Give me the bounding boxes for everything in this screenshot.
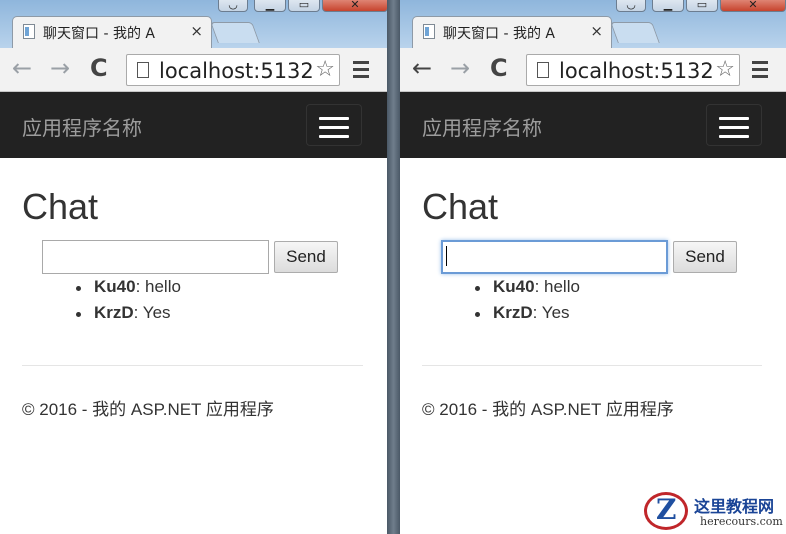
browser-tab[interactable]: 聊天窗口 - 我的 A × (412, 16, 612, 48)
maximize-button[interactable]: ▭ (288, 0, 320, 12)
new-tab-button[interactable] (210, 22, 260, 43)
menu-icon[interactable] (752, 61, 768, 79)
minimize-button[interactable]: ▁ (254, 0, 286, 12)
hamburger-icon (719, 117, 749, 120)
forward-arrow-icon[interactable]: → (450, 54, 470, 82)
message-user: Ku40 (94, 277, 136, 296)
tab-strip: ◡ ▁ ▭ ✕ 聊天窗口 - 我的 A × (0, 0, 387, 48)
send-button[interactable]: Send (673, 241, 737, 273)
site-navbar: 应用程序名称 (0, 92, 387, 158)
close-window-icon: ✕ (350, 0, 360, 11)
page-title: Chat (22, 186, 99, 227)
message-text: : Yes (532, 303, 570, 322)
footer-text: © 2016 - 我的 ASP.NET 应用程序 (422, 400, 674, 419)
browser-window-left: ◡ ▁ ▭ ✕ 聊天窗口 - 我的 A × ← → C localhost:51… (0, 0, 387, 534)
maximize-icon: ▭ (298, 0, 310, 11)
tab-close-icon[interactable]: × (190, 22, 203, 40)
maximize-button[interactable]: ▭ (686, 0, 718, 12)
address-bar[interactable]: localhost:5132 ☆ (526, 54, 740, 86)
footer-text: © 2016 - 我的 ASP.NET 应用程序 (22, 400, 274, 419)
browser-window-right: ◡ ▁ ▭ ✕ 聊天窗口 - 我的 A × ← → C localhost:51… (400, 0, 786, 534)
minimize-button[interactable]: ▁ (652, 0, 684, 12)
user-icon: ◡ (228, 0, 238, 11)
list-item: KrzD: Yes (74, 301, 181, 327)
star-icon[interactable]: ☆ (715, 57, 735, 82)
favicon-icon (423, 24, 435, 39)
tab-close-icon[interactable]: × (590, 22, 603, 40)
new-tab-button[interactable] (610, 22, 660, 43)
list-item: Ku40: hello (74, 275, 181, 301)
back-arrow-icon[interactable]: ← (12, 54, 32, 82)
browser-tab[interactable]: 聊天窗口 - 我的 A × (12, 16, 212, 48)
discussion-list: Ku40: hello KrzD: Yes (473, 275, 580, 327)
page-icon (137, 62, 149, 78)
window-close-button[interactable]: ✕ (720, 0, 786, 12)
back-arrow-icon[interactable]: ← (412, 54, 432, 82)
navbar-toggle-button[interactable] (306, 104, 362, 146)
send-button[interactable]: Send (274, 241, 338, 273)
list-item: KrzD: Yes (473, 301, 580, 327)
window-extra-button[interactable]: ◡ (218, 0, 248, 12)
browser-toolbar: ← → C localhost:5132 ☆ (400, 48, 786, 92)
watermark-logo: Z 这里教程网 herecours.com (638, 490, 786, 534)
message-user: KrzD (94, 303, 134, 322)
browser-toolbar: ← → C localhost:5132 ☆ (0, 48, 387, 92)
logo-letter: Z (656, 493, 677, 526)
favicon-icon (23, 24, 35, 39)
logo-title: 这里教程网 (694, 497, 775, 516)
close-window-icon: ✕ (748, 0, 758, 11)
reload-icon[interactable]: C (90, 54, 108, 82)
window-close-button[interactable]: ✕ (322, 0, 387, 12)
page-icon (537, 62, 549, 78)
message-input[interactable] (441, 240, 668, 274)
window-extra-button[interactable]: ◡ (616, 0, 646, 12)
logo-domain: herecours.com (700, 515, 783, 528)
minimize-icon: ▁ (663, 0, 673, 11)
user-icon: ◡ (626, 0, 636, 11)
footer-divider (422, 365, 762, 366)
url-text: localhost:5132 (559, 59, 714, 83)
text-caret (446, 246, 447, 266)
footer-divider (22, 365, 363, 366)
forward-arrow-icon[interactable]: → (50, 54, 70, 82)
tab-title: 聊天窗口 - 我的 A (43, 26, 155, 42)
message-input[interactable] (42, 240, 269, 274)
discussion-list: Ku40: hello KrzD: Yes (74, 275, 181, 327)
site-navbar: 应用程序名称 (400, 92, 786, 158)
page-title: Chat (422, 186, 499, 227)
menu-icon[interactable] (353, 61, 369, 79)
message-text: : hello (534, 277, 580, 296)
message-user: Ku40 (493, 277, 535, 296)
message-text: : Yes (133, 303, 171, 322)
url-text: localhost:5132 (159, 59, 314, 83)
brand-link[interactable]: 应用程序名称 (22, 112, 142, 141)
list-item: Ku40: hello (473, 275, 580, 301)
page-content: Chat Send Ku40: hello KrzD: Yes © 2016 -… (0, 158, 387, 534)
tab-title: 聊天窗口 - 我的 A (443, 26, 555, 42)
brand-link[interactable]: 应用程序名称 (422, 112, 542, 141)
reload-icon[interactable]: C (490, 54, 508, 82)
star-icon[interactable]: ☆ (315, 57, 335, 82)
minimize-icon: ▁ (265, 0, 275, 11)
hamburger-icon (319, 117, 349, 120)
message-text: : hello (135, 277, 181, 296)
window-controls: ◡ ▁ ▭ ✕ (218, 0, 387, 16)
window-controls: ◡ ▁ ▭ ✕ (616, 0, 786, 16)
address-bar[interactable]: localhost:5132 ☆ (126, 54, 340, 86)
window-gap (387, 0, 400, 534)
tab-strip: ◡ ▁ ▭ ✕ 聊天窗口 - 我的 A × (400, 0, 786, 48)
maximize-icon: ▭ (696, 0, 708, 11)
message-user: KrzD (493, 303, 533, 322)
navbar-toggle-button[interactable] (706, 104, 762, 146)
page-content: Chat Send Ku40: hello KrzD: Yes © 2016 -… (400, 158, 786, 534)
